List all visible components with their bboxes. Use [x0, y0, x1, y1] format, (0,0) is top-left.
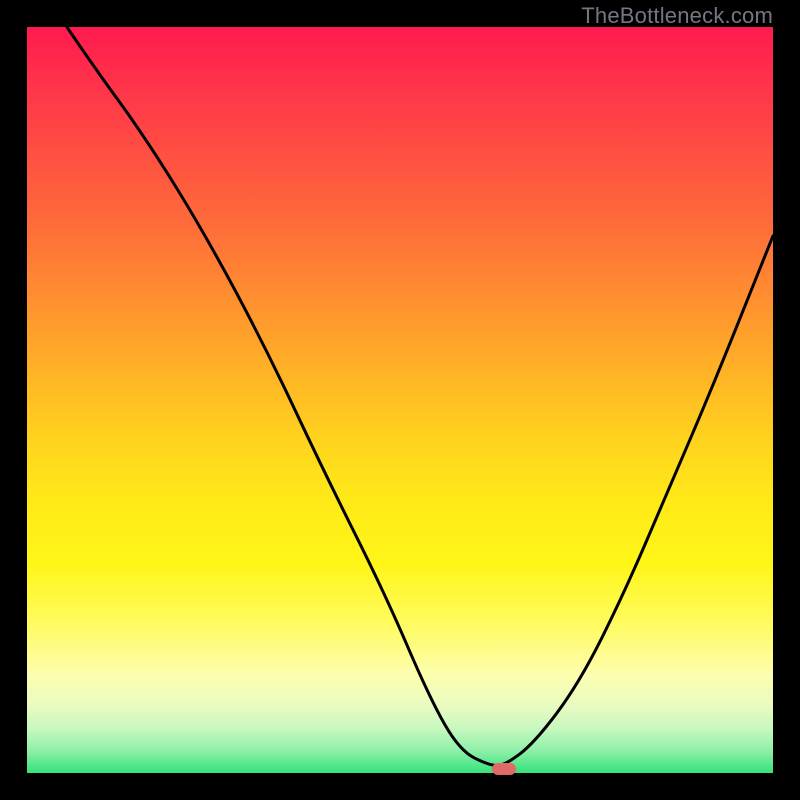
attribution-text: TheBottleneck.com — [581, 3, 773, 29]
chart-frame: TheBottleneck.com — [0, 0, 800, 800]
optimal-marker — [492, 763, 516, 775]
bottleneck-curve — [27, 27, 773, 773]
plot-area — [27, 27, 773, 773]
